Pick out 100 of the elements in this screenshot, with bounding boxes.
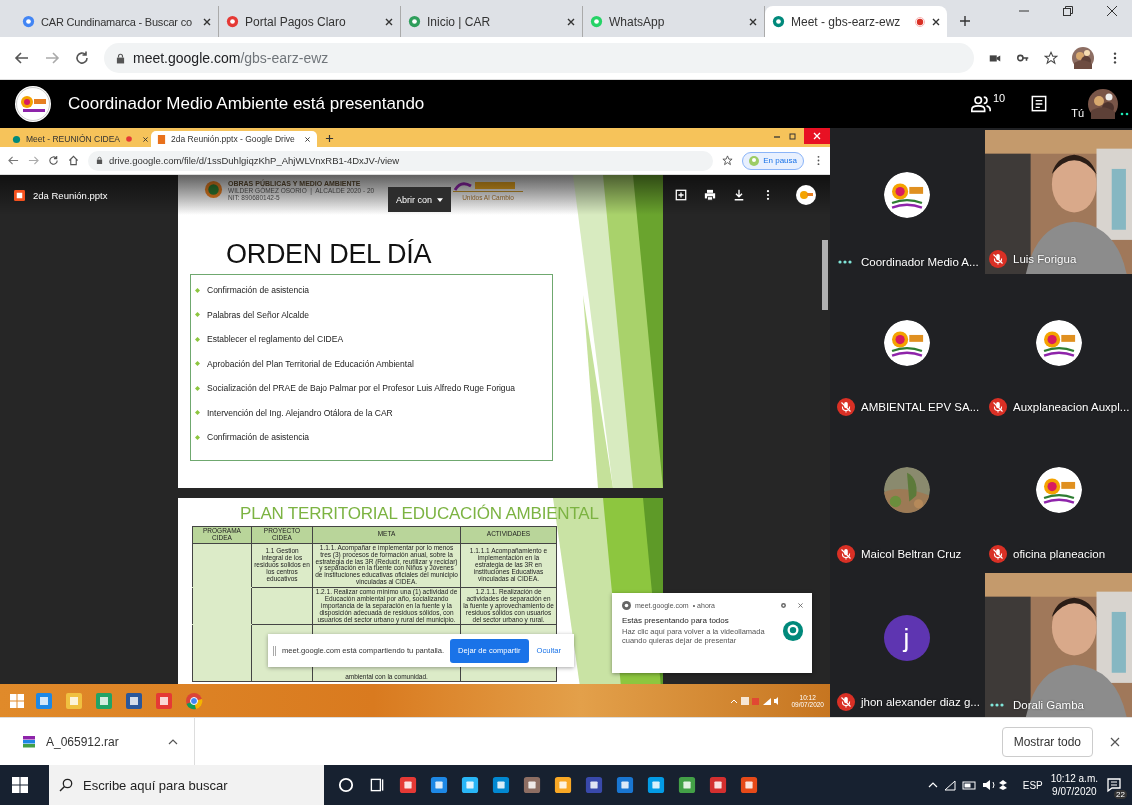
settings-icon[interactable] (780, 602, 787, 609)
new-tab-icon[interactable] (324, 134, 334, 143)
app-icon[interactable] (678, 776, 696, 794)
app-icon[interactable] (616, 776, 634, 794)
close-icon[interactable] (303, 135, 311, 143)
slide-title: ORDEN DEL DÍA (226, 239, 433, 270)
scrollbar[interactable] (822, 240, 828, 310)
close-icon[interactable] (202, 16, 212, 27)
participant-name: Luis Forigua (1013, 252, 1077, 265)
participant-name: Dorali Gamba (1013, 699, 1084, 711)
close-icon[interactable] (1110, 736, 1120, 747)
language-indicator[interactable]: ESP (1022, 779, 1043, 791)
self-label: Tú (1071, 107, 1084, 119)
close-icon[interactable] (384, 16, 394, 27)
chrome-logo-icon[interactable] (184, 690, 204, 711)
participant-tile[interactable]: Dorali Gamba (985, 573, 1132, 717)
windows-logo-icon[interactable] (12, 777, 28, 793)
participant-name: Maicol Beltran Cruz (861, 548, 962, 561)
caret-icon (437, 197, 443, 202)
participant-name: oficina planeacion (1013, 548, 1106, 561)
address-field[interactable]: meet.google.com/gbs-earz-ewz (104, 43, 974, 73)
agenda-item: Establecer el reglamento del CIDEA (207, 334, 344, 345)
home-icon[interactable] (68, 155, 79, 166)
show-all-button[interactable]: Mostrar todo (1001, 726, 1093, 757)
app-icon[interactable] (554, 776, 572, 794)
restore-icon[interactable] (788, 131, 798, 141)
new-tab-icon[interactable] (959, 15, 971, 27)
close-icon[interactable] (566, 16, 576, 27)
profile-button[interactable]: En pausa (742, 151, 804, 170)
close-icon[interactable] (931, 16, 941, 27)
speaking-dots-icon (1120, 112, 1130, 116)
caret-icon[interactable] (168, 738, 178, 745)
notifications-icon[interactable] (1106, 777, 1122, 793)
agenda-item: Confirmación de asistencia (207, 432, 310, 443)
favicon-icon (21, 14, 36, 29)
app-icon[interactable] (647, 776, 665, 794)
participant-tile[interactable]: Luis Forigua (985, 130, 1132, 274)
tray-icons-drawing (729, 695, 780, 706)
close-icon[interactable] (1106, 4, 1118, 17)
favicon-icon (771, 14, 786, 29)
favicon-icon (225, 14, 240, 29)
download-icon[interactable] (733, 189, 745, 201)
back-icon[interactable] (8, 155, 19, 166)
star-icon[interactable] (1044, 51, 1058, 65)
search-field[interactable]: Escribe aquí para buscar (49, 765, 324, 805)
address-field[interactable]: drive.google.com/file/d/1ssDuhlgiqzKhP_AhjWLVnxRB1-4DxJV-/view (88, 150, 714, 171)
reload-icon[interactable] (74, 50, 90, 66)
star-icon[interactable] (722, 155, 734, 166)
bullet-icon (195, 361, 200, 367)
participant-name: AMBIENTAL EPV SA... (861, 400, 980, 413)
slide-title: PLAN TERRITORIAL EDUCACIÓN AMBIENTAL (240, 504, 600, 524)
notification-count: 22 (1114, 790, 1127, 799)
agenda-item: Aprobación del Plan Territorial de Educación Ambiental (207, 358, 414, 369)
app-icon[interactable] (585, 776, 603, 794)
browser-logo-icon (622, 601, 631, 610)
app-icon[interactable] (492, 776, 510, 794)
app-icon[interactable] (461, 776, 479, 794)
drag-handle[interactable] (273, 645, 276, 656)
favicon-icon (12, 134, 21, 144)
profile-avatar-icon (749, 155, 760, 166)
download-file-name[interactable]: A_065912.rar (46, 734, 119, 749)
clock[interactable]: 10:12 a.m. 9/07/2020 (1050, 771, 1098, 799)
back-icon[interactable] (14, 50, 30, 66)
archive-file-icon (22, 734, 36, 749)
participant-name: Coordinador Medio A... (861, 255, 979, 268)
favicon-icon (407, 14, 422, 29)
browser-tab[interactable]: Meet - REUNIÓN CIDEA (6, 131, 151, 147)
cortana-icon[interactable] (337, 776, 355, 794)
task-view-icon[interactable] (368, 776, 386, 794)
participants-button[interactable]: 10 (969, 93, 1006, 115)
favicon-icon (157, 134, 166, 144)
avatar: j (883, 615, 930, 662)
close-icon[interactable] (748, 16, 758, 27)
app-icon[interactable] (523, 776, 541, 794)
open-with-button[interactable]: Abrir con (388, 187, 451, 212)
agenda-item: Intervención del Ing. Alejandro Otálora de la CAR (207, 407, 393, 418)
app-icon[interactable] (399, 776, 417, 794)
browser-tab[interactable]: 2da Reunión.pptx - Google Drive (151, 131, 317, 147)
reload-icon[interactable] (48, 155, 59, 166)
agenda-item: Confirmación de asistencia (207, 285, 310, 296)
bullet-icon (195, 336, 200, 342)
favicon-icon (589, 14, 604, 29)
print-icon[interactable] (704, 189, 716, 201)
search-icon (59, 778, 73, 792)
app-icon[interactable] (740, 776, 758, 794)
browser-tab[interactable]: Meet - gbs-earz-ewz (765, 6, 947, 37)
restore-icon[interactable] (1062, 4, 1074, 17)
bullet-icon (195, 410, 200, 416)
bullet-icon (195, 385, 200, 391)
participant-name: Auxplaneacion Auxpl... (1013, 400, 1130, 413)
crest-logo-icon (204, 180, 223, 199)
viota-logo-icon (453, 180, 523, 192)
meet-logo-icon (782, 619, 804, 642)
bullet-icon (195, 434, 200, 440)
windows-logo-icon[interactable] (10, 693, 24, 708)
app-icon[interactable] (430, 776, 448, 794)
app-icon[interactable] (709, 776, 727, 794)
add-comment-icon[interactable] (675, 189, 687, 201)
agenda-item: Socialización del PRAE de Bajo Palmar por el Profesor Luis Alfredo Ruge Forigua (207, 383, 516, 394)
close-icon[interactable] (142, 135, 149, 143)
